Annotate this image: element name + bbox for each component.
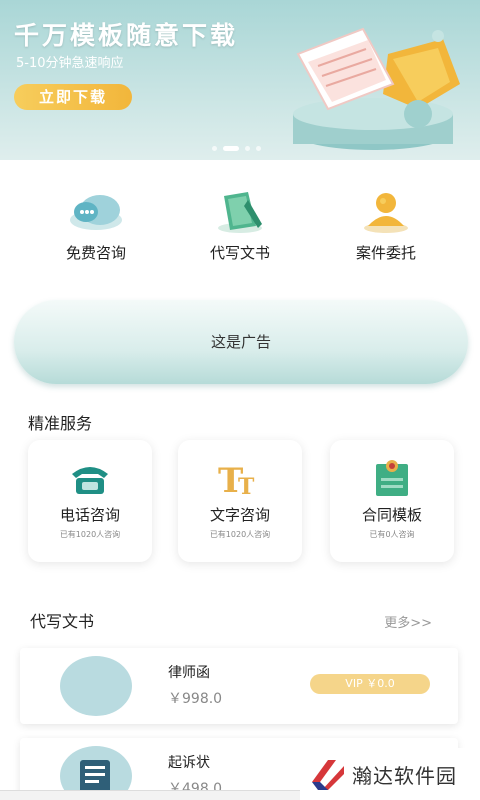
quick-action-case-entrust[interactable]: 案件委托 xyxy=(326,190,446,263)
document-item[interactable]: 律师函 ￥998.0 VIP ￥0.0 xyxy=(20,648,458,724)
quick-action-label: 免费咨询 xyxy=(65,244,126,262)
service-card-count: 已有0人咨询 xyxy=(369,530,415,539)
service-card-title: 合同模板 xyxy=(361,506,422,524)
carousel-dot[interactable] xyxy=(245,146,250,151)
documents-illustration-icon xyxy=(293,27,460,150)
text-tt-icon: T T xyxy=(218,461,255,498)
watermark: 瀚达软件园 xyxy=(300,748,480,800)
service-card-count: 已有1020人咨询 xyxy=(59,530,121,539)
quick-action-label: 案件委托 xyxy=(355,244,416,262)
user-icon xyxy=(364,193,408,233)
service-card-title: 电话咨询 xyxy=(59,506,120,524)
app-screen: 千万模板随意下载 5-10分钟急速响应 立即下载 免费咨询 代写文书 案件委托 … xyxy=(0,0,480,800)
chat-bubble-icon xyxy=(70,195,122,230)
carousel-indicator xyxy=(212,146,261,151)
document-price: ￥998.0 xyxy=(168,691,223,707)
ad-banner[interactable]: 这是广告 xyxy=(14,300,468,384)
certificate-icon xyxy=(376,460,408,496)
pen-document-icon xyxy=(218,192,262,233)
service-card-count: 已有1020人咨询 xyxy=(209,530,271,539)
vip-price-badge[interactable]: VIP ￥0.0 xyxy=(310,674,430,694)
document-name: 律师函 xyxy=(168,665,210,681)
telephone-icon xyxy=(72,467,108,494)
document-thumbnail xyxy=(60,656,132,716)
watermark-text: 瀚达软件园 xyxy=(352,764,457,788)
banner-subtitle: 5-10分钟急速响应 xyxy=(16,56,124,71)
bottom-tab-bar xyxy=(0,790,300,800)
service-card-contract[interactable]: 合同模板 已有0人咨询 xyxy=(330,440,454,562)
service-card-title: 文字咨询 xyxy=(209,506,270,524)
watermark-logo-icon xyxy=(308,754,348,794)
carousel-dot[interactable] xyxy=(256,146,261,151)
services-section-title: 精准服务 xyxy=(28,414,93,433)
quick-action-label: 代写文书 xyxy=(209,244,270,262)
more-link[interactable]: 更多>> xyxy=(384,612,432,631)
service-card-text[interactable]: T T 文字咨询 已有1020人咨询 xyxy=(178,440,302,562)
download-now-button[interactable]: 立即下载 xyxy=(14,84,132,110)
carousel-dot-active[interactable] xyxy=(223,146,239,151)
carousel-dot[interactable] xyxy=(212,146,217,151)
promo-banner[interactable]: 千万模板随意下载 5-10分钟急速响应 立即下载 xyxy=(0,0,480,160)
documents-section-title: 代写文书 xyxy=(30,612,95,631)
banner-title: 千万模板随意下载 xyxy=(14,21,239,50)
quick-action-ghostwrite[interactable]: 代写文书 xyxy=(180,190,300,263)
quick-actions: 免费咨询 代写文书 案件委托 xyxy=(0,190,480,270)
service-card-phone[interactable]: 电话咨询 已有1020人咨询 xyxy=(28,440,152,562)
svg-text:T: T xyxy=(238,474,255,498)
document-name: 起诉状 xyxy=(168,755,210,771)
quick-action-free-consult[interactable]: 免费咨询 xyxy=(36,190,156,263)
